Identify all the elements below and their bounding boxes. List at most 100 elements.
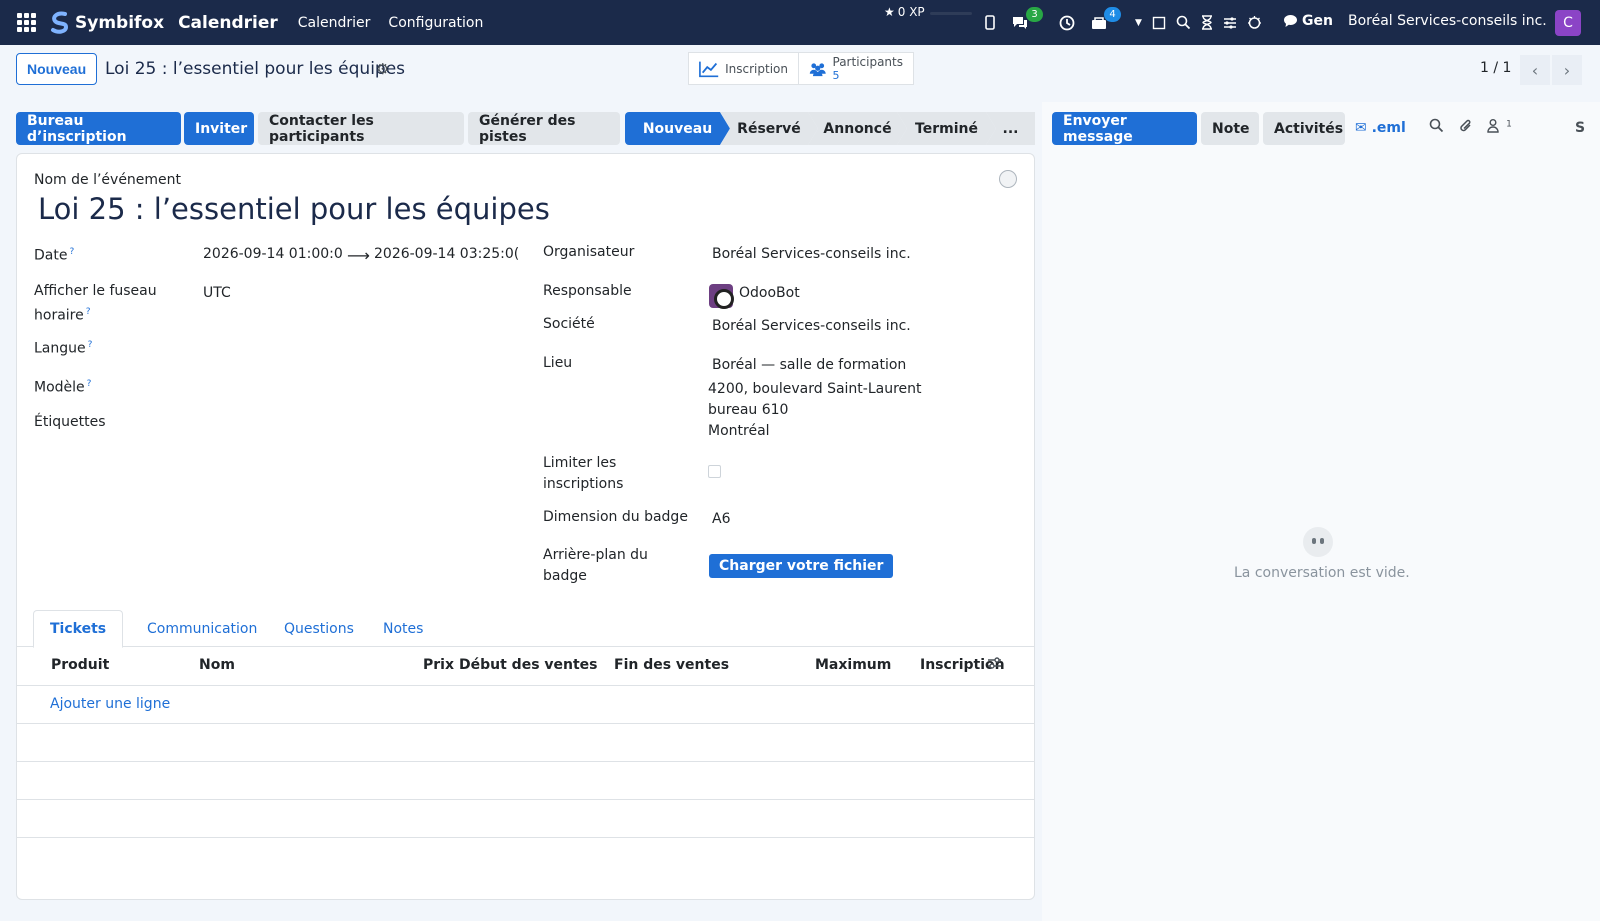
event-name-label: Nom de l’événement bbox=[34, 172, 182, 188]
date-label: Date? bbox=[34, 247, 75, 264]
menu-calendrier[interactable]: Calendrier bbox=[298, 15, 371, 31]
followers-count: 1 bbox=[1506, 119, 1512, 130]
tab-notes[interactable]: Notes bbox=[367, 610, 439, 648]
phone-icon[interactable] bbox=[985, 15, 995, 30]
stage-termine[interactable]: Terminé bbox=[897, 112, 996, 145]
form-sheet: Nom de l’événement Loi 25 : l’essentiel … bbox=[16, 153, 1035, 900]
note-icon[interactable] bbox=[1152, 16, 1166, 30]
activities-button[interactable]: Activités bbox=[1263, 112, 1345, 145]
generate-leads-button[interactable]: Générer des pistes bbox=[468, 112, 620, 145]
brand-name: Symbifox bbox=[75, 12, 165, 33]
tickets-table-header: Produit Nom Prix Début des ventes Fin de… bbox=[17, 647, 1034, 686]
venue-address-line: 4200, boulevard Saint-Laurent bbox=[708, 381, 922, 397]
systray: 3 4 ▼ bbox=[985, 0, 1262, 45]
column-header[interactable]: Maximum bbox=[815, 657, 891, 673]
venue-label: Lieu bbox=[543, 355, 573, 371]
invite-button[interactable]: Inviter bbox=[184, 112, 254, 145]
gear-icon[interactable]: ⚙ bbox=[376, 60, 389, 78]
responsible-field[interactable]: OdooBot bbox=[739, 283, 800, 304]
caret-down-icon[interactable]: ▼ bbox=[1135, 18, 1142, 28]
chatter-letter: S bbox=[1575, 120, 1586, 136]
badge-dimension-field[interactable]: A6 bbox=[712, 509, 730, 530]
company-switcher[interactable]: Boréal Services-conseils inc. bbox=[1348, 13, 1547, 29]
envelope-open-icon: ✉ bbox=[1355, 120, 1367, 136]
table-row: Ajouter une ligne bbox=[17, 686, 1034, 724]
column-header[interactable]: Fin des ventes bbox=[614, 657, 729, 673]
hourglass-icon[interactable] bbox=[1201, 15, 1213, 30]
event-name-field[interactable]: Loi 25 : l’essentiel pour les équipes bbox=[38, 192, 550, 226]
log-note-button[interactable]: Note bbox=[1201, 112, 1259, 145]
table-row bbox=[17, 762, 1034, 800]
eml-label: .eml bbox=[1371, 120, 1406, 136]
date-end-field[interactable]: 2026-09-14 03:25:0( bbox=[374, 244, 519, 265]
priority-circle[interactable] bbox=[999, 170, 1017, 188]
date-start-field[interactable]: 2026-09-14 01:00:0 bbox=[203, 244, 343, 265]
stage-annonce[interactable]: Annoncé bbox=[808, 112, 907, 145]
xp-indicator[interactable]: ★ 0 XP bbox=[884, 5, 925, 19]
contact-participants-button[interactable]: Contacter les participants bbox=[258, 112, 464, 145]
clock-icon[interactable] bbox=[1059, 15, 1075, 31]
smart-inscription-label: Inscription bbox=[725, 61, 788, 76]
user-avatar[interactable]: C bbox=[1555, 10, 1581, 36]
venue-field[interactable]: Boréal — salle de formation bbox=[712, 355, 906, 376]
bug-icon[interactable] bbox=[1247, 15, 1262, 30]
venue-address-line: bureau 610 bbox=[708, 402, 789, 418]
upload-file-button[interactable]: Charger votre fichier bbox=[709, 554, 894, 578]
search-messages-icon[interactable] bbox=[1429, 118, 1444, 137]
chat-icon[interactable]: 3 bbox=[1011, 7, 1043, 30]
bureau-inscription-button[interactable]: Bureau d’inscription bbox=[16, 112, 181, 145]
stage-reserve[interactable]: Réservé bbox=[720, 112, 818, 145]
gen-label: Gen bbox=[1302, 13, 1333, 29]
company-label: Société bbox=[543, 316, 595, 332]
limit-registrations-checkbox[interactable] bbox=[708, 465, 721, 478]
help-icon[interactable]: ? bbox=[86, 307, 91, 317]
help-icon[interactable]: ? bbox=[69, 247, 74, 257]
badge-background-label: Arrière-plan du badge bbox=[543, 547, 648, 584]
chat-badge: 3 bbox=[1026, 7, 1043, 22]
column-header[interactable]: Produit bbox=[51, 657, 109, 673]
sliders-icon[interactable] bbox=[1223, 16, 1237, 30]
add-line-link[interactable]: Ajouter une ligne bbox=[50, 696, 170, 712]
pager-value[interactable]: 1 / 1 bbox=[1480, 60, 1511, 76]
responsible-label: Responsable bbox=[543, 283, 632, 299]
gen-assistant[interactable]: Gen bbox=[1283, 13, 1333, 29]
company-field[interactable]: Boréal Services-conseils inc. bbox=[712, 316, 911, 337]
smart-button-participants[interactable]: Participants 5 bbox=[798, 52, 914, 85]
column-header[interactable]: Début des ventes bbox=[459, 657, 598, 673]
new-button[interactable]: Nouveau bbox=[16, 53, 98, 85]
help-icon[interactable]: ? bbox=[88, 340, 93, 350]
brand-logo-icon bbox=[51, 11, 69, 34]
arrow-right-icon: ⟶ bbox=[347, 246, 370, 265]
paperclip-icon[interactable] bbox=[1459, 118, 1473, 138]
eml-button[interactable]: ✉ .eml bbox=[1355, 120, 1406, 136]
tab-communication[interactable]: Communication bbox=[131, 610, 273, 648]
menu-configuration[interactable]: Configuration bbox=[388, 15, 483, 31]
activity-badge: 4 bbox=[1104, 7, 1121, 22]
tab-tickets[interactable]: Tickets bbox=[33, 610, 124, 648]
column-header[interactable]: Nom bbox=[199, 657, 235, 673]
smart-button-inscription[interactable]: Inscription bbox=[688, 52, 799, 85]
tab-questions[interactable]: Questions bbox=[268, 610, 370, 648]
empty-conversation-icon bbox=[1303, 527, 1333, 557]
organizer-field[interactable]: Boréal Services-conseils inc. bbox=[712, 244, 911, 265]
apps-grid-icon[interactable] bbox=[17, 12, 37, 33]
users-icon bbox=[809, 62, 826, 76]
organizer-label: Organisateur bbox=[543, 244, 635, 260]
help-icon[interactable]: ? bbox=[87, 379, 92, 389]
pager-previous-button[interactable]: ‹ bbox=[1520, 55, 1550, 85]
followers-icon[interactable]: 1 bbox=[1487, 118, 1512, 137]
top-navbar: Symbifox Calendrier Calendrier Configura… bbox=[0, 0, 1600, 45]
column-header[interactable]: Prix bbox=[423, 657, 454, 673]
smart-participants-label: Participants bbox=[832, 55, 904, 69]
activity-icon[interactable]: 4 bbox=[1091, 7, 1121, 30]
xp-value: 0 XP bbox=[897, 5, 925, 19]
timezone-field[interactable]: UTC bbox=[203, 283, 231, 304]
pager-next-button[interactable]: › bbox=[1552, 55, 1582, 85]
search-icon[interactable] bbox=[1176, 15, 1191, 30]
breadcrumb-record-title: Loi 25 : l’essentiel pour les équipes bbox=[105, 59, 406, 79]
send-message-button[interactable]: Envoyer message bbox=[1052, 112, 1197, 145]
stage-nouveau[interactable]: Nouveau bbox=[625, 112, 730, 145]
brand[interactable]: Symbifox bbox=[49, 11, 164, 35]
app-name[interactable]: Calendrier bbox=[178, 13, 278, 33]
optional-columns-icon[interactable] bbox=[987, 656, 1002, 674]
